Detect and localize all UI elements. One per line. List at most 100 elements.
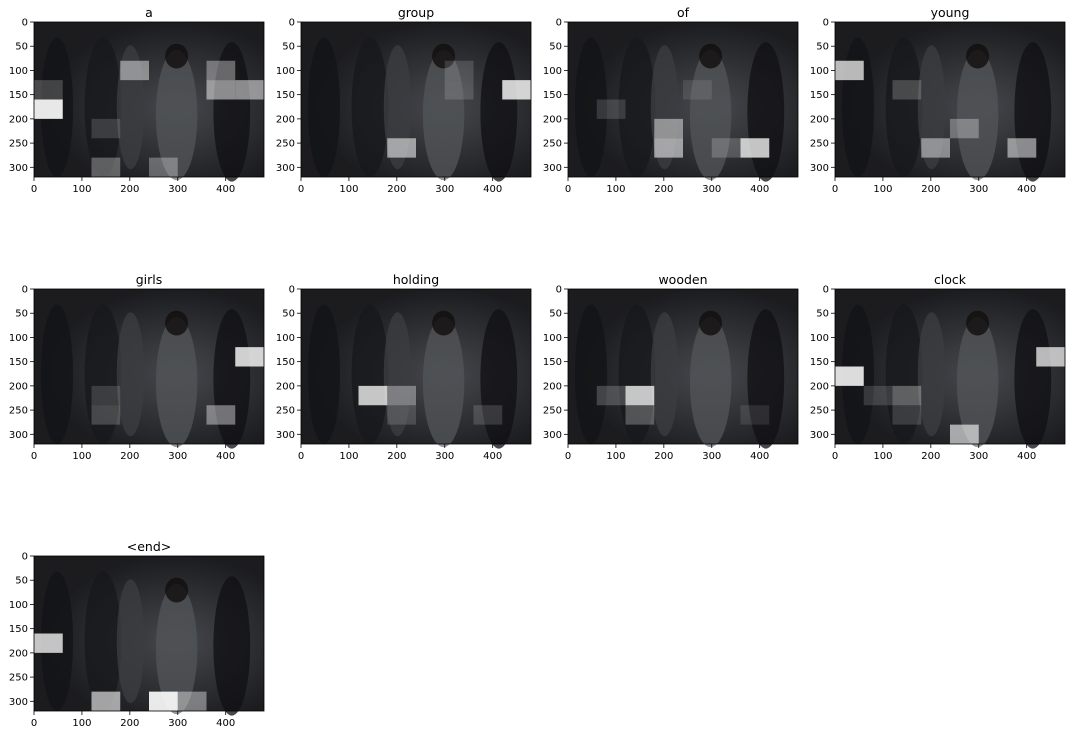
x-tick-label: 100 [873, 184, 892, 195]
panel-title: <end> [127, 539, 172, 554]
y-tick-label: 150 [810, 90, 829, 101]
y-tick-label: 300 [276, 163, 295, 174]
y-tick-label: 200 [9, 381, 28, 392]
x-tick-label: 200 [654, 184, 673, 195]
panel-title: group [398, 5, 434, 20]
panel-4: young 0 100 200 300 400 0 50 100 150 200 250 300 [810, 5, 1066, 195]
attention-cell [235, 80, 264, 100]
panel-9: <end> 0 100 200 300 400 0 50 100 150 200 250 300 [9, 539, 265, 729]
y-tick-label: 0 [22, 285, 28, 296]
y-tick-label: 150 [276, 357, 295, 368]
y-tick-label: 0 [289, 18, 295, 29]
attention-cell [387, 405, 416, 425]
y-tick-label: 0 [289, 285, 295, 296]
x-tick-label: 200 [387, 451, 406, 462]
panel-1: a 0 100 200 300 400 0 50 100 150 200 250 300 [9, 5, 265, 195]
y-tick-label: 0 [823, 18, 829, 29]
attention-cell [444, 80, 474, 100]
y-tick-label: 300 [9, 430, 28, 441]
attention-cell [1007, 138, 1037, 158]
attention-cell [206, 405, 236, 425]
y-tick-label: 0 [22, 552, 28, 563]
y-tick-label: 100 [9, 66, 28, 77]
x-tick-label: 100 [606, 184, 625, 195]
y-tick-label: 300 [810, 430, 829, 441]
x-tick-label: 400 [216, 184, 235, 195]
attention-cell [34, 633, 63, 653]
y-tick-label: 50 [816, 42, 829, 53]
y-tick-label: 50 [549, 42, 562, 53]
y-tick-label: 250 [810, 139, 829, 150]
attention-cell [206, 60, 236, 81]
x-tick-label: 400 [1017, 184, 1036, 195]
x-tick-label: 0 [298, 451, 304, 462]
x-tick-label: 400 [750, 184, 769, 195]
attention-cell [387, 138, 416, 158]
panel-title: holding [393, 272, 439, 287]
y-tick-label: 150 [543, 90, 562, 101]
attention-cell [149, 691, 178, 711]
attention-cell [950, 118, 979, 139]
x-tick-label: 100 [873, 451, 892, 462]
y-tick-label: 250 [276, 139, 295, 150]
x-tick-label: 0 [31, 184, 37, 195]
x-tick-label: 400 [483, 451, 502, 462]
y-tick-label: 150 [9, 357, 28, 368]
x-tick-label: 0 [832, 451, 838, 462]
attention-cell [740, 405, 770, 425]
x-tick-label: 100 [72, 718, 91, 729]
panel-2: group 0 100 200 300 400 0 50 100 150 200 250 300 [276, 5, 532, 195]
x-tick-label: 100 [72, 184, 91, 195]
y-tick-label: 250 [543, 406, 562, 417]
x-tick-label: 0 [298, 184, 304, 195]
attention-cell [91, 118, 121, 139]
y-tick-label: 100 [9, 333, 28, 344]
attention-cell [835, 60, 864, 81]
attention-cell [835, 366, 864, 386]
x-tick-label: 200 [654, 451, 673, 462]
panel-5: girls 0 100 200 300 400 0 50 100 150 200 250 300 [9, 272, 265, 462]
y-tick-label: 250 [9, 139, 28, 150]
y-tick-label: 300 [543, 430, 562, 441]
y-tick-label: 200 [810, 114, 829, 125]
attention-cell [740, 138, 770, 158]
y-tick-label: 300 [9, 697, 28, 708]
y-tick-label: 300 [9, 163, 28, 174]
attention-cell [120, 60, 149, 81]
y-tick-label: 150 [810, 357, 829, 368]
x-tick-label: 400 [216, 718, 235, 729]
x-tick-label: 400 [216, 451, 235, 462]
attention-cell [863, 385, 893, 406]
x-tick-label: 200 [921, 451, 940, 462]
attention-cell [444, 60, 474, 81]
panel-title: wooden [658, 272, 707, 287]
panel-3: of 0 100 200 300 400 0 50 100 150 200 250 300 [543, 5, 799, 195]
attention-cell [683, 80, 712, 100]
panel-7: wooden 0 100 200 300 400 0 50 100 150 200 250 300 [543, 272, 799, 462]
y-tick-label: 0 [556, 18, 562, 29]
attention-cell [502, 80, 531, 100]
panel-8: clock 0 100 200 300 400 0 50 100 150 200 250 300 [810, 272, 1066, 462]
y-tick-label: 150 [9, 90, 28, 101]
y-tick-label: 0 [22, 18, 28, 29]
x-tick-label: 200 [120, 184, 139, 195]
x-tick-label: 300 [435, 451, 454, 462]
attention-figure: a 0 100 200 300 400 0 50 100 150 200 250 300 group 0 10… [0, 0, 1072, 735]
x-tick-label: 0 [832, 184, 838, 195]
attention-cell [473, 405, 503, 425]
y-tick-label: 150 [543, 357, 562, 368]
y-tick-label: 300 [543, 163, 562, 174]
y-tick-label: 100 [810, 66, 829, 77]
attention-dim-overlay [34, 556, 264, 711]
y-tick-label: 100 [9, 600, 28, 611]
y-tick-label: 250 [276, 406, 295, 417]
y-tick-label: 200 [276, 114, 295, 125]
y-tick-label: 200 [9, 648, 28, 659]
y-tick-label: 100 [276, 333, 295, 344]
x-tick-label: 0 [31, 718, 37, 729]
y-tick-label: 300 [810, 163, 829, 174]
y-tick-label: 100 [543, 66, 562, 77]
attention-cell [387, 385, 416, 406]
attention-cell [625, 405, 655, 425]
x-tick-label: 200 [120, 718, 139, 729]
